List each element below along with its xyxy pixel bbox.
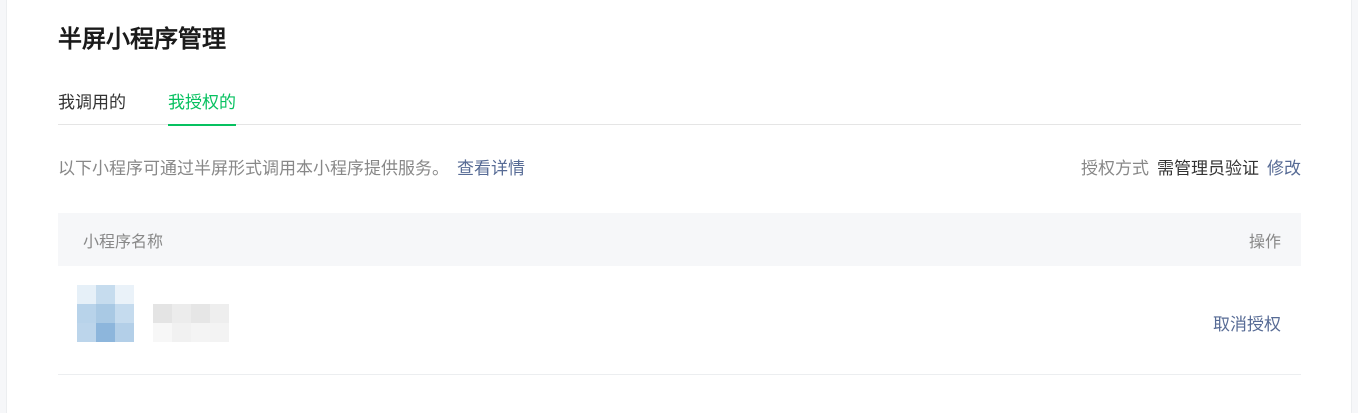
column-header-name: 小程序名称 xyxy=(83,232,164,251)
miniprogram-avatar xyxy=(77,285,134,342)
table-header: 小程序名称 操作 xyxy=(58,213,1301,266)
authorized-table: 小程序名称 操作 取消授权 xyxy=(58,213,1301,375)
auth-method-value: 需管理员验证 xyxy=(1157,159,1259,179)
auth-method-group: 授权方式 需管理员验证 修改 xyxy=(1081,157,1301,181)
main-panel: 半屏小程序管理 我调用的 我授权的 以下小程序可通过半屏形式调用本小程序提供服务… xyxy=(6,0,1352,413)
miniprogram-name-redacted xyxy=(153,304,229,342)
revoke-authorization-button[interactable]: 取消授权 xyxy=(1213,310,1281,335)
tab-bar: 我调用的 我授权的 xyxy=(58,88,1301,126)
table-row: 取消授权 xyxy=(58,266,1301,375)
view-details-link[interactable]: 查看详情 xyxy=(457,159,525,179)
description-text: 以下小程序可通过半屏形式调用本小程序提供服务。 xyxy=(58,159,449,179)
tab-my-authorized[interactable]: 我授权的 xyxy=(168,88,236,126)
auth-method-label: 授权方式 xyxy=(1081,159,1149,179)
tab-my-calls[interactable]: 我调用的 xyxy=(58,88,126,125)
page-title: 半屏小程序管理 xyxy=(58,25,226,53)
column-header-operation: 操作 xyxy=(1248,232,1281,251)
edit-auth-link[interactable]: 修改 xyxy=(1267,159,1301,179)
description-row: 以下小程序可通过半屏形式调用本小程序提供服务。 查看详情 授权方式 需管理员验证 修改 xyxy=(58,157,1301,181)
